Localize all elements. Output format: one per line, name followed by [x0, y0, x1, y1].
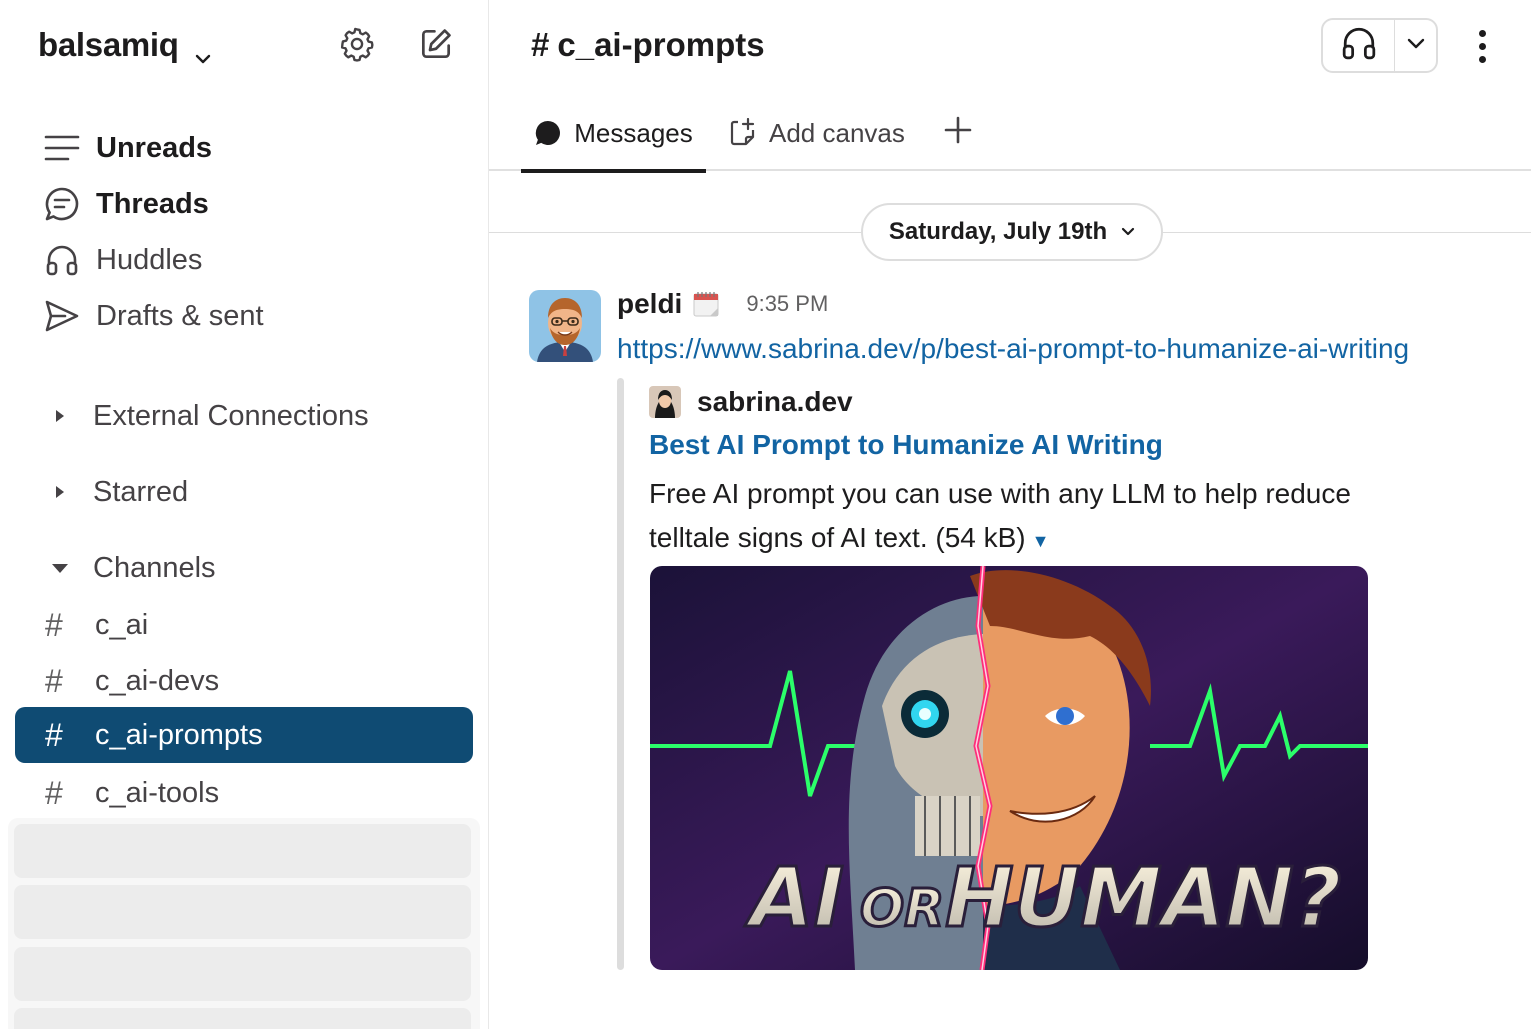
- message-header: peldi 9:35 PM: [617, 288, 828, 320]
- kebab-dot: [1478, 29, 1486, 37]
- workspace-switcher[interactable]: balsamiq: [38, 26, 211, 64]
- nav-drafts-sent[interactable]: Drafts & sent: [44, 293, 464, 339]
- section-starred-label: Starred: [93, 475, 189, 508]
- headphones-icon: [44, 242, 80, 278]
- preview-text-ai: AI: [744, 851, 844, 946]
- compose-icon: [417, 25, 455, 68]
- hash-icon: #: [45, 774, 63, 811]
- channel-view: # c_ai-prompts Messages Add canvas Satur…: [489, 0, 1531, 1029]
- chevron-down-icon: [195, 37, 211, 64]
- send-icon: [44, 298, 80, 334]
- section-channels-label: Channels: [93, 551, 216, 584]
- workspace-header: balsamiq: [0, 0, 488, 95]
- channel-name: c_ai-prompts: [95, 718, 263, 751]
- channel-item-active[interactable]: # c_ai-prompts: [15, 707, 473, 763]
- tab-add-canvas[interactable]: Add canvas: [729, 95, 905, 171]
- section-channels[interactable]: Channels: [50, 545, 470, 591]
- sidebar: balsamiq Unreads Threads Huddles Drafts …: [0, 0, 489, 1029]
- plus-icon: [944, 116, 972, 151]
- avatar[interactable]: [529, 290, 601, 362]
- tab-messages-label: Messages: [574, 117, 693, 148]
- nav-huddles[interactable]: Huddles: [44, 237, 464, 283]
- huddle-options-button[interactable]: [1395, 20, 1436, 71]
- unfurl-accent-bar: [617, 378, 624, 970]
- channel-name: c_ai: [95, 608, 149, 641]
- message-bubble-icon: [534, 119, 562, 147]
- huddle-controls: [1321, 18, 1438, 73]
- message-timestamp[interactable]: 9:35 PM: [746, 291, 828, 317]
- calendar-icon[interactable]: [692, 290, 720, 318]
- date-label: Saturday, July 19th: [888, 218, 1108, 245]
- date-jump-button[interactable]: Saturday, July 19th: [861, 203, 1163, 261]
- canvas-icon: [729, 118, 757, 148]
- channel-title[interactable]: # c_ai-prompts: [531, 26, 765, 64]
- channel-hash: #: [531, 26, 550, 63]
- loading-placeholder: [14, 885, 471, 939]
- hash-icon: #: [45, 716, 63, 753]
- add-tab-button[interactable]: [941, 95, 975, 171]
- nav-threads[interactable]: Threads: [44, 181, 464, 227]
- nav-unreads-label: Unreads: [96, 131, 213, 164]
- tab-messages[interactable]: Messages: [521, 95, 706, 173]
- collapse-caret-icon[interactable]: ▼: [1032, 531, 1050, 551]
- unfurl-title-link[interactable]: Best AI Prompt to Humanize AI Writing: [649, 429, 1163, 461]
- chevron-down-icon: [1121, 227, 1135, 237]
- caret-right-icon: [50, 484, 70, 500]
- settings-button[interactable]: [335, 24, 379, 68]
- unfurl-preview-image[interactable]: AI OR HUMAN?: [650, 566, 1368, 970]
- section-external-connections[interactable]: External Connections: [50, 393, 470, 439]
- section-external-label: External Connections: [93, 399, 369, 432]
- message-link[interactable]: https://www.sabrina.dev/p/best-ai-prompt…: [617, 333, 1409, 365]
- channel-tabs: Messages Add canvas: [489, 95, 1531, 173]
- site-favicon: [649, 386, 681, 418]
- loading-placeholder: [14, 824, 471, 878]
- gear-icon: [338, 25, 376, 68]
- nav-threads-label: Threads: [96, 187, 209, 220]
- compose-button[interactable]: [414, 24, 458, 68]
- hash-icon: #: [45, 606, 63, 643]
- workspace-name: balsamiq: [38, 26, 179, 63]
- huddle-button[interactable]: [1323, 20, 1395, 71]
- channel-item[interactable]: # c_ai-tools: [15, 765, 473, 821]
- preview-text-human: HUMAN?: [945, 851, 1341, 946]
- more-options-button[interactable]: [1464, 24, 1500, 68]
- tab-add-canvas-label: Add canvas: [769, 117, 905, 148]
- kebab-dot: [1478, 42, 1486, 50]
- sender-name[interactable]: peldi: [617, 288, 682, 320]
- caret-down-icon: [50, 562, 70, 574]
- kebab-dot: [1478, 55, 1486, 63]
- channel-title-name: c_ai-prompts: [557, 26, 765, 63]
- hash-icon: #: [45, 662, 63, 699]
- site-name: sabrina.dev: [697, 386, 853, 417]
- unfurl-description-text: Free AI prompt you can use with any LLM …: [649, 478, 1351, 553]
- unfurl-site: sabrina.dev: [649, 386, 853, 418]
- channel-item[interactable]: # c_ai-devs: [15, 653, 473, 709]
- chevron-down-icon: [1407, 37, 1425, 55]
- loading-placeholder: [14, 947, 471, 1001]
- unreads-icon: [44, 130, 80, 166]
- nav-unreads[interactable]: Unreads: [44, 125, 464, 171]
- caret-right-icon: [50, 408, 70, 424]
- threads-icon: [44, 186, 80, 222]
- loading-placeholder: [14, 1008, 471, 1029]
- channel-name: c_ai-devs: [95, 664, 220, 697]
- nav-huddles-label: Huddles: [96, 243, 203, 276]
- headphones-icon: [1341, 25, 1377, 66]
- channel-name: c_ai-tools: [95, 776, 220, 809]
- nav-drafts-label: Drafts & sent: [96, 299, 264, 332]
- preview-text-or: OR: [860, 879, 944, 939]
- section-starred[interactable]: Starred: [50, 469, 470, 515]
- unfurl-description: Free AI prompt you can use with any LLM …: [649, 472, 1439, 563]
- channel-item[interactable]: # c_ai: [15, 597, 473, 653]
